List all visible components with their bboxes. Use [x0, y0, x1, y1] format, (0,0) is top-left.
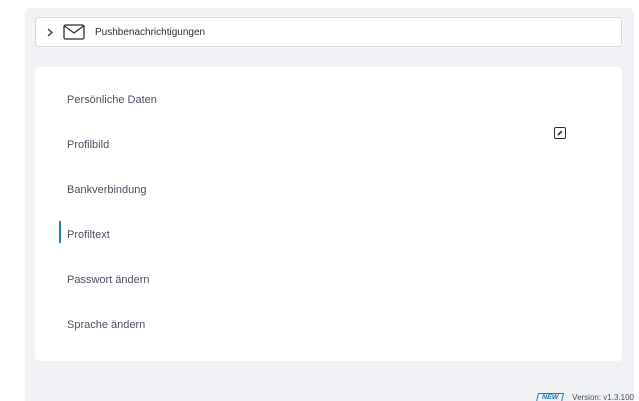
- envelope-icon: [63, 24, 85, 40]
- menu-item-change-password[interactable]: Passwort ändern: [67, 269, 150, 291]
- push-notifications-row[interactable]: Pushbenachrichtigungen: [35, 17, 622, 47]
- menu-item-profile-picture[interactable]: Profilbild: [67, 134, 109, 156]
- menu-item-profile-text[interactable]: Profiltext: [67, 224, 110, 246]
- push-notifications-label: Pushbenachrichtigungen: [95, 26, 206, 38]
- menu-item-change-language[interactable]: Sprache ändern: [67, 314, 145, 336]
- chevron-right-icon[interactable]: [45, 26, 55, 38]
- profile-menu-card: Persönliche Daten Profilbild Bankverbind…: [35, 67, 622, 361]
- pencil-edit-icon[interactable]: [554, 127, 566, 139]
- version-footer: NEW Version: v1.3.100: [535, 393, 634, 401]
- settings-panel: Pushbenachrichtigungen Persönliche Daten…: [25, 8, 634, 401]
- active-indicator: [59, 221, 61, 243]
- menu-item-personal-data[interactable]: Persönliche Daten: [67, 89, 157, 111]
- menu-item-bank-details[interactable]: Bankverbindung: [67, 179, 147, 201]
- new-badge: NEW: [535, 393, 565, 401]
- version-label: Version: v1.3.100: [572, 393, 634, 401]
